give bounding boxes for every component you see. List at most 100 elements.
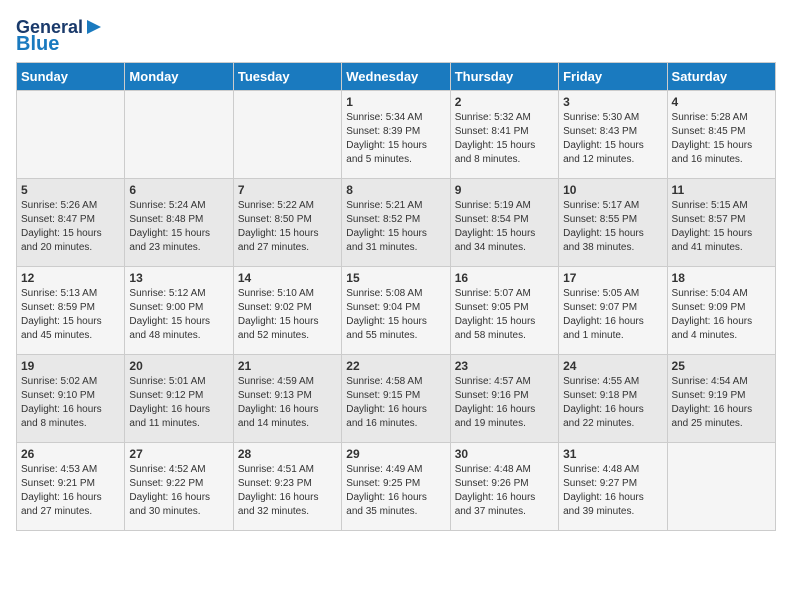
- calendar-cell: 27Sunrise: 4:52 AM Sunset: 9:22 PM Dayli…: [125, 443, 233, 531]
- day-number: 8: [346, 183, 445, 197]
- day-info: Sunrise: 5:07 AM Sunset: 9:05 PM Dayligh…: [455, 287, 554, 343]
- weekday-header-tuesday: Tuesday: [233, 63, 341, 91]
- day-info: Sunrise: 4:49 AM Sunset: 9:25 PM Dayligh…: [346, 463, 445, 519]
- calendar-week-row: 12 Sunrise: 5:13 AM Sunset: 8:59 PM Dayli…: [17, 267, 776, 355]
- calendar-cell: 16 Sunrise: 5:07 AM Sunset: 9:05 PM Dayli…: [450, 267, 558, 355]
- day-number: 19: [21, 359, 120, 373]
- calendar-week-row: 26 Sunrise: 4:53 AM Sunset: 9:21 PM Dayli…: [17, 443, 776, 531]
- calendar-cell: 31 Sunrise: 4:48 AM Sunset: 9:27 PM Dayli…: [559, 443, 667, 531]
- day-number: 11: [672, 183, 771, 197]
- calendar-cell: 29 Sunrise: 4:49 AM Sunset: 9:25 PM Dayli…: [342, 443, 450, 531]
- logo: General Blue: [16, 16, 105, 54]
- calendar-header-row: SundayMondayTuesdayWednesdayThursdayFrid…: [17, 63, 776, 91]
- weekday-header-friday: Friday: [559, 63, 667, 91]
- day-number: 20: [129, 359, 228, 373]
- day-number: 22: [346, 359, 445, 373]
- calendar-week-row: 19 Sunrise: 5:02 AM Sunset: 9:10 PM Dayli…: [17, 355, 776, 443]
- day-info: Sunrise: 4:53 AM Sunset: 9:21 PM Dayligh…: [21, 463, 120, 519]
- day-info: Sunrise: 5:17 AM Sunset: 8:55 PM Dayligh…: [563, 199, 662, 255]
- day-info: Sunrise: 5:10 AM Sunset: 9:02 PM Dayligh…: [238, 287, 337, 343]
- day-info: Sunrise: 5:26 AM Sunset: 8:47 PM Dayligh…: [21, 199, 120, 255]
- day-number: 28: [238, 447, 337, 461]
- weekday-header-saturday: Saturday: [667, 63, 775, 91]
- calendar-cell: 15 Sunrise: 5:08 AM Sunset: 9:04 PM Dayli…: [342, 267, 450, 355]
- day-info: Sunrise: 4:54 AM Sunset: 9:19 PM Dayligh…: [672, 375, 771, 431]
- calendar-cell: 22 Sunrise: 4:58 AM Sunset: 9:15 PM Dayli…: [342, 355, 450, 443]
- day-number: 29: [346, 447, 445, 461]
- calendar-week-row: 5 Sunrise: 5:26 AM Sunset: 8:47 PM Daylig…: [17, 179, 776, 267]
- day-number: 14: [238, 271, 337, 285]
- page-header: General Blue: [16, 16, 776, 54]
- day-info: Sunrise: 5:30 AM Sunset: 8:43 PM Dayligh…: [563, 111, 662, 167]
- day-info: Sunrise: 5:12 AM Sunset: 9:00 PM Dayligh…: [129, 287, 228, 343]
- day-info: Sunrise: 5:15 AM Sunset: 8:57 PM Dayligh…: [672, 199, 771, 255]
- calendar-cell: 18 Sunrise: 5:04 AM Sunset: 9:09 PM Dayli…: [667, 267, 775, 355]
- day-number: 31: [563, 447, 662, 461]
- calendar-cell: 4Sunrise: 5:28 AM Sunset: 8:45 PM Daylig…: [667, 91, 775, 179]
- weekday-header-monday: Monday: [125, 63, 233, 91]
- calendar-cell: 7 Sunrise: 5:22 AM Sunset: 8:50 PM Daylig…: [233, 179, 341, 267]
- day-info: Sunrise: 5:05 AM Sunset: 9:07 PM Dayligh…: [563, 287, 662, 343]
- calendar-cell: 30 Sunrise: 4:48 AM Sunset: 9:26 PM Dayli…: [450, 443, 558, 531]
- day-number: 1: [346, 95, 445, 109]
- logo-text-blue: Blue: [16, 34, 59, 54]
- day-number: 13: [129, 271, 228, 285]
- day-number: 25: [672, 359, 771, 373]
- day-number: 17: [563, 271, 662, 285]
- day-info: Sunrise: 5:22 AM Sunset: 8:50 PM Dayligh…: [238, 199, 337, 255]
- calendar-cell: 1Sunrise: 5:34 AM Sunset: 8:39 PM Daylig…: [342, 91, 450, 179]
- day-info: Sunrise: 4:58 AM Sunset: 9:15 PM Dayligh…: [346, 375, 445, 431]
- calendar-cell: 12 Sunrise: 5:13 AM Sunset: 8:59 PM Dayli…: [17, 267, 125, 355]
- day-number: 6: [129, 183, 228, 197]
- calendar-cell: 10 Sunrise: 5:17 AM Sunset: 8:55 PM Dayli…: [559, 179, 667, 267]
- day-info: Sunrise: 5:19 AM Sunset: 8:54 PM Dayligh…: [455, 199, 554, 255]
- weekday-header-wednesday: Wednesday: [342, 63, 450, 91]
- day-number: 23: [455, 359, 554, 373]
- calendar-cell: 28 Sunrise: 4:51 AM Sunset: 9:23 PM Dayli…: [233, 443, 341, 531]
- day-number: 16: [455, 271, 554, 285]
- calendar-cell: 19 Sunrise: 5:02 AM Sunset: 9:10 PM Dayli…: [17, 355, 125, 443]
- day-info: Sunrise: 5:08 AM Sunset: 9:04 PM Dayligh…: [346, 287, 445, 343]
- day-number: 5: [21, 183, 120, 197]
- day-number: 15: [346, 271, 445, 285]
- day-number: 4: [672, 95, 771, 109]
- day-info: Sunrise: 4:52 AM Sunset: 9:22 PM Dayligh…: [129, 463, 228, 519]
- day-info: Sunrise: 4:48 AM Sunset: 9:27 PM Dayligh…: [563, 463, 662, 519]
- calendar-table: SundayMondayTuesdayWednesdayThursdayFrid…: [16, 62, 776, 531]
- calendar-cell: 8 Sunrise: 5:21 AM Sunset: 8:52 PM Daylig…: [342, 179, 450, 267]
- day-info: Sunrise: 5:21 AM Sunset: 8:52 PM Dayligh…: [346, 199, 445, 255]
- calendar-cell: 17 Sunrise: 5:05 AM Sunset: 9:07 PM Dayli…: [559, 267, 667, 355]
- calendar-cell: 14 Sunrise: 5:10 AM Sunset: 9:02 PM Dayli…: [233, 267, 341, 355]
- day-number: 30: [455, 447, 554, 461]
- calendar-cell: 5 Sunrise: 5:26 AM Sunset: 8:47 PM Daylig…: [17, 179, 125, 267]
- calendar-cell: 23Sunrise: 4:57 AM Sunset: 9:16 PM Dayli…: [450, 355, 558, 443]
- day-info: Sunrise: 5:24 AM Sunset: 8:48 PM Dayligh…: [129, 199, 228, 255]
- calendar-week-row: 1Sunrise: 5:34 AM Sunset: 8:39 PM Daylig…: [17, 91, 776, 179]
- day-info: Sunrise: 4:55 AM Sunset: 9:18 PM Dayligh…: [563, 375, 662, 431]
- day-number: 9: [455, 183, 554, 197]
- calendar-cell: 6 Sunrise: 5:24 AM Sunset: 8:48 PM Daylig…: [125, 179, 233, 267]
- calendar-cell: 25 Sunrise: 4:54 AM Sunset: 9:19 PM Dayli…: [667, 355, 775, 443]
- day-info: Sunrise: 5:04 AM Sunset: 9:09 PM Dayligh…: [672, 287, 771, 343]
- day-info: Sunrise: 4:48 AM Sunset: 9:26 PM Dayligh…: [455, 463, 554, 519]
- day-info: Sunrise: 5:02 AM Sunset: 9:10 PM Dayligh…: [21, 375, 120, 431]
- weekday-header-thursday: Thursday: [450, 63, 558, 91]
- weekday-header-sunday: Sunday: [17, 63, 125, 91]
- day-number: 10: [563, 183, 662, 197]
- day-number: 12: [21, 271, 120, 285]
- calendar-cell: 21 Sunrise: 4:59 AM Sunset: 9:13 PM Dayli…: [233, 355, 341, 443]
- day-info: Sunrise: 5:01 AM Sunset: 9:12 PM Dayligh…: [129, 375, 228, 431]
- day-number: 26: [21, 447, 120, 461]
- calendar-cell: 26 Sunrise: 4:53 AM Sunset: 9:21 PM Dayli…: [17, 443, 125, 531]
- day-number: 18: [672, 271, 771, 285]
- calendar-cell: [233, 91, 341, 179]
- calendar-cell: [125, 91, 233, 179]
- calendar-cell: 11 Sunrise: 5:15 AM Sunset: 8:57 PM Dayli…: [667, 179, 775, 267]
- day-info: Sunrise: 4:59 AM Sunset: 9:13 PM Dayligh…: [238, 375, 337, 431]
- calendar-cell: 24Sunrise: 4:55 AM Sunset: 9:18 PM Dayli…: [559, 355, 667, 443]
- day-info: Sunrise: 5:13 AM Sunset: 8:59 PM Dayligh…: [21, 287, 120, 343]
- day-info: Sunrise: 4:51 AM Sunset: 9:23 PM Dayligh…: [238, 463, 337, 519]
- day-number: 21: [238, 359, 337, 373]
- calendar-cell: [17, 91, 125, 179]
- day-number: 7: [238, 183, 337, 197]
